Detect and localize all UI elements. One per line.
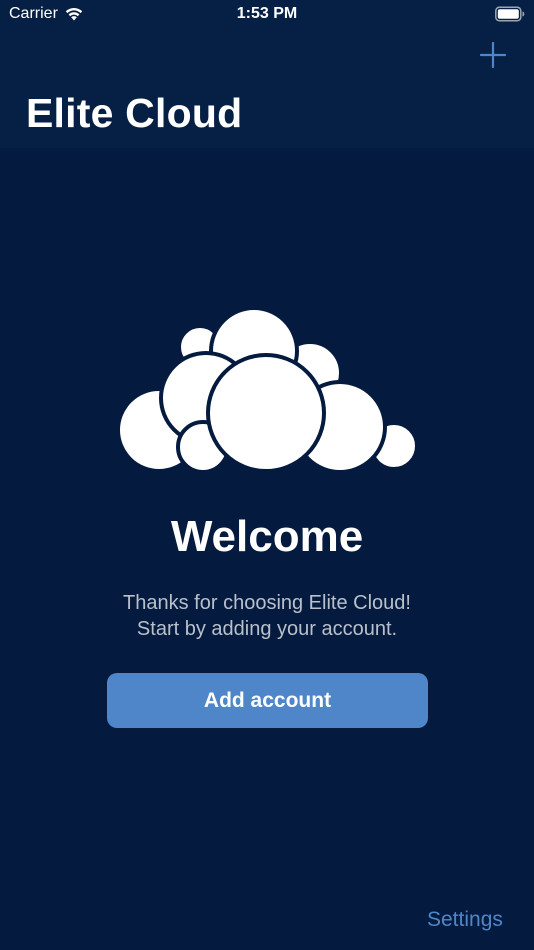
battery-icon [495, 6, 525, 22]
welcome-heading: Welcome [170, 512, 364, 561]
navigation-header: Carrier 1:53 PM Elite Cloud [0, 0, 534, 148]
welcome-message: Thanks for choosing Elite Cloud! Start b… [0, 590, 534, 642]
status-time: 1:53 PM [236, 5, 298, 22]
plus-icon[interactable] [480, 42, 506, 68]
settings-link[interactable]: Settings [427, 908, 503, 932]
cloud-logo [118, 310, 418, 474]
welcome-message-line-2: Start by adding your account. [136, 618, 398, 640]
status-bar: Carrier 1:53 PM [0, 0, 534, 30]
add-account-button[interactable]: Add account [107, 673, 428, 728]
page-title: Elite Cloud [26, 90, 243, 136]
welcome-message-line-1: Thanks for choosing Elite Cloud! [123, 592, 411, 614]
